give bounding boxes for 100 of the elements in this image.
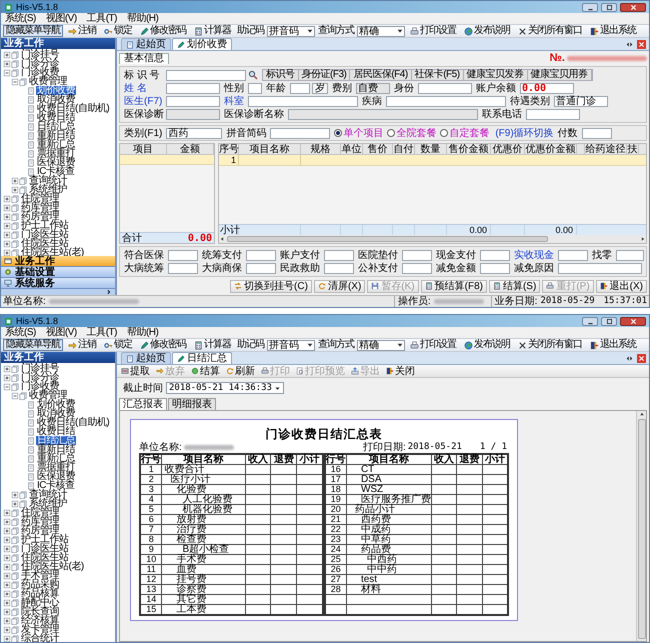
tree-item[interactable]: 收费日结(自助机) [36, 418, 110, 427]
input-field[interactable] [166, 70, 246, 80]
radio-option[interactable]: 全院套餐 [387, 128, 436, 138]
menu-item[interactable]: 系统(S) [5, 13, 36, 24]
toolbar-button[interactable]: 发布说明 [461, 339, 513, 351]
tab[interactable]: 基本信息 [119, 53, 169, 64]
close-tab-button[interactable] [637, 354, 646, 362]
tree-item[interactable]: 取消收费 [36, 95, 76, 104]
tree-item[interactable]: 发卡管理 [20, 625, 60, 634]
toolbar-button[interactable]: 关闭 [384, 365, 417, 377]
tab[interactable]: 起始页 [121, 38, 171, 50]
tree-item[interactable]: 票据重打 [36, 463, 76, 472]
tab[interactable]: 起始页 [121, 352, 171, 364]
action-button[interactable]: 退出(X) [596, 280, 647, 292]
tree-item[interactable]: 划价收费 [36, 400, 76, 409]
input-field[interactable] [402, 262, 432, 274]
tree-item[interactable]: 系统维护 [28, 185, 68, 194]
tree-item[interactable]: 门诊收费 [20, 68, 60, 77]
maximize-button[interactable] [601, 2, 617, 12]
id-type-button[interactable]: 社保卡(F5) [412, 70, 464, 80]
tree-item[interactable]: 重新汇总 [36, 454, 76, 463]
input-field[interactable] [480, 250, 510, 260]
nav-section-button[interactable]: 业务工作 [1, 256, 115, 267]
toolbar-button[interactable]: 打印设置 [407, 25, 459, 37]
tree-item[interactable]: 经济核算 [20, 616, 60, 625]
tree-item[interactable]: IC卡核查 [36, 481, 76, 490]
input-field[interactable] [246, 250, 276, 260]
tree-item[interactable]: 药库管理 [20, 517, 60, 526]
nav-section-button[interactable]: 基础设置 [1, 267, 115, 278]
input-field[interactable] [246, 262, 276, 274]
tree-item[interactable]: 门诊挂号 [20, 50, 60, 59]
tree-item[interactable]: 日结汇总 [36, 122, 76, 131]
tree-item[interactable]: 住院管理 [20, 194, 60, 203]
toolbar-button[interactable]: 隐藏菜单导航 [3, 25, 63, 37]
tab[interactable]: 明细报表 [168, 398, 216, 410]
tree-item[interactable]: 药品采购 [20, 580, 60, 589]
dropdown-field[interactable]: 精确 [357, 340, 405, 350]
tree-item[interactable]: 住院管理 [20, 508, 60, 517]
tree-item[interactable]: 门诊医生站 [20, 230, 70, 239]
tree-item[interactable]: 药房管理 [20, 526, 60, 535]
menu-item[interactable]: 系统(S) [5, 327, 36, 338]
toolbar-button[interactable]: 关闭所有窗口 [515, 25, 585, 37]
tree-item[interactable]: 票据重打 [36, 149, 76, 158]
input-field[interactable] [270, 128, 330, 138]
tree-item[interactable]: 护士工作站 [20, 221, 70, 230]
input-field[interactable] [248, 96, 358, 106]
toolbar-button[interactable]: 锁定 [101, 25, 135, 37]
tree-item[interactable]: 重新汇总 [36, 140, 76, 149]
tree-item[interactable]: 收费日结 [36, 427, 76, 436]
menu-item[interactable]: 工具(T) [86, 13, 117, 24]
input-field[interactable] [166, 96, 220, 106]
toolbar-button[interactable]: 计算器 [191, 339, 234, 351]
toolbar-button[interactable]: 刷新 [224, 365, 257, 377]
tree-item[interactable]: 静配中心 [20, 598, 60, 607]
toolbar-button[interactable]: 发布说明 [461, 25, 513, 37]
tree-item[interactable]: 门诊挂号 [20, 364, 60, 373]
radio-option[interactable]: 单个项目 [334, 128, 384, 138]
tree-item[interactable]: 手术管理 [20, 571, 60, 580]
minimize-button[interactable] [582, 316, 598, 326]
close-button[interactable] [620, 316, 646, 326]
toolbar-button[interactable]: 关闭所有窗口 [515, 339, 585, 351]
tree-item[interactable]: 住院医生站(老) [20, 562, 85, 571]
toolbar-button[interactable]: 隐藏菜单导航 [3, 339, 63, 351]
id-type-button[interactable]: 居民医保(F4) [350, 70, 412, 80]
maximize-button[interactable] [601, 316, 617, 326]
input-field[interactable] [168, 262, 198, 274]
input-field[interactable] [402, 250, 432, 260]
toolbar-button[interactable]: 结算 [189, 365, 222, 377]
nav-section-button[interactable]: 系统服务 [1, 278, 115, 289]
action-button[interactable]: 清屏(X) [314, 280, 366, 292]
date-time-field[interactable]: 2018-05-21 14:36:33 [166, 382, 284, 394]
tree-item[interactable]: 门诊医生站 [20, 544, 70, 553]
menu-item[interactable]: 帮助(H) [126, 13, 158, 24]
id-type-button[interactable]: 身份证(F3) [298, 70, 350, 80]
toolbar-button[interactable]: 打印设置 [407, 339, 459, 351]
toolbar-button[interactable]: 退出系统 [587, 339, 639, 351]
radio-option[interactable]: 自定套餐 [440, 128, 490, 138]
close-button[interactable] [620, 2, 646, 12]
tree-item[interactable]: 取消收费 [36, 409, 76, 418]
input-field[interactable] [386, 96, 506, 106]
toolbar-button[interactable]: 注销 [65, 25, 99, 37]
input-field[interactable] [582, 128, 612, 138]
tree-item[interactable]: 收费日结 [36, 113, 76, 122]
input-field[interactable]: 普通门诊 [554, 96, 608, 106]
tree-item[interactable]: 护士工作站 [20, 535, 70, 544]
input-field[interactable] [166, 82, 220, 94]
minimize-button[interactable] [582, 2, 598, 12]
toolbar-button[interactable]: 锁定 [101, 339, 135, 351]
id-type-button[interactable]: 健康宝贝用券 [528, 70, 592, 80]
menu-item[interactable]: 工具(T) [86, 327, 117, 338]
tree-item[interactable]: 门诊分诊 [20, 59, 60, 68]
input-field[interactable] [290, 82, 310, 94]
tree-item[interactable]: 药品核算 [20, 589, 60, 598]
tree-item[interactable]: 药房管理 [20, 212, 60, 221]
scrollbar-thumb[interactable] [227, 236, 548, 242]
id-type-button[interactable]: 标识号 [263, 70, 298, 80]
tab[interactable]: 日结汇总 [172, 352, 232, 364]
dropdown-field[interactable]: 拼音码 [267, 340, 315, 350]
close-tab-button[interactable] [637, 40, 646, 48]
tree-item[interactable]: 药库管理 [20, 203, 60, 212]
